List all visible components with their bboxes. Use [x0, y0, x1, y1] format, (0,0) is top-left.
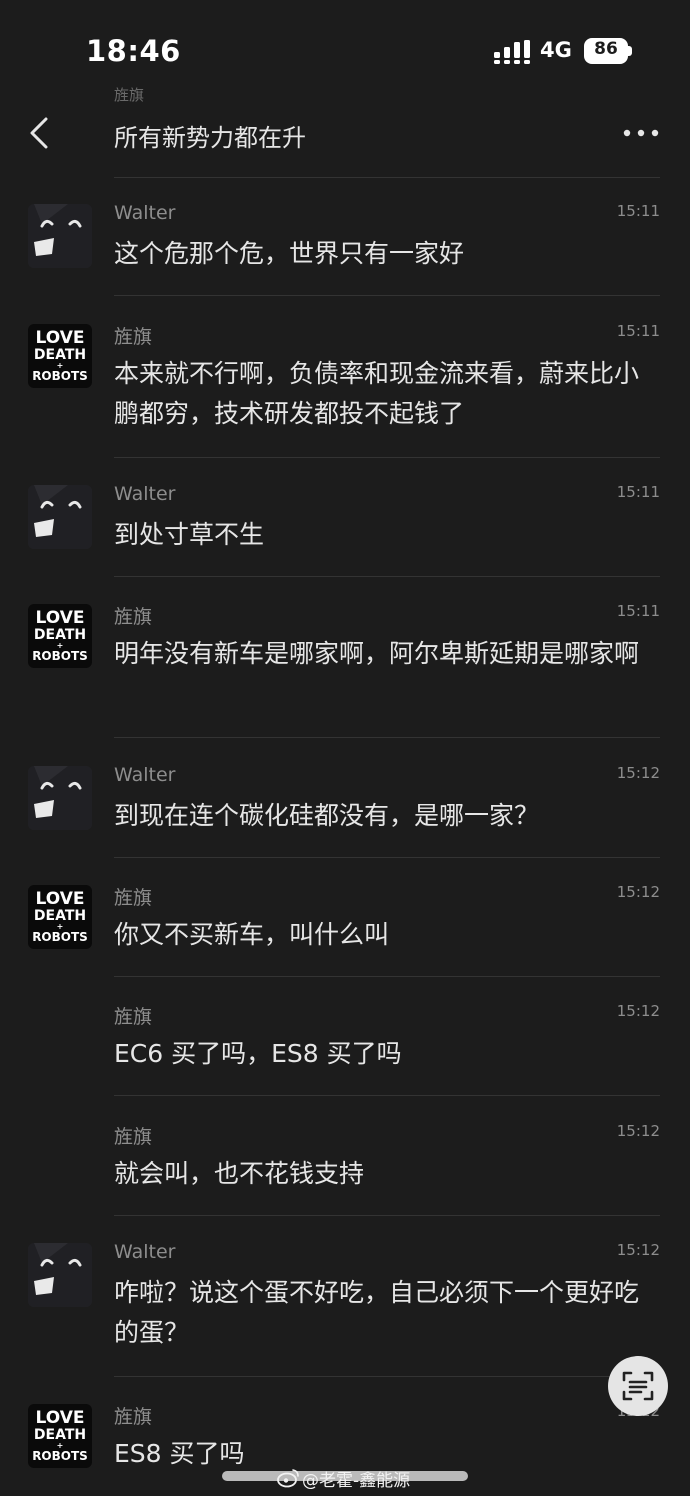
avatar-logo-text: DEATH	[33, 1427, 87, 1443]
avatar-love-death-robots[interactable]: LOVE DEATH + ROBOTS	[28, 885, 92, 949]
status-bar: 18:46 4G 86	[0, 0, 690, 100]
avatar-walter[interactable]	[28, 485, 92, 549]
message-time: 15:12	[616, 883, 660, 901]
battery-icon: 86	[584, 38, 628, 64]
message-text[interactable]: 本来就不行啊，负债率和现金流来看，蔚来比小鹏都穷，技术研发都投不起钱了	[114, 354, 662, 434]
message-sender[interactable]: 旌旗	[114, 602, 152, 629]
message-item[interactable]: Walter 15:11 到处寸草不生	[0, 459, 690, 577]
text-scan-button[interactable]	[608, 1356, 668, 1416]
message-divider	[114, 457, 660, 458]
message-divider	[114, 1095, 660, 1096]
scrolled-sender-name: 旌旗	[114, 86, 145, 104]
watermark: @老霍-鑫能源	[302, 1471, 411, 1491]
message-text[interactable]: 你又不买新车，叫什么叫	[114, 915, 662, 955]
message-time: 15:12	[616, 1002, 660, 1020]
message-time: 15:12	[616, 1241, 660, 1259]
avatar-love-death-robots[interactable]: LOVE DEATH + ROBOTS	[28, 604, 92, 668]
message-sender[interactable]: Walter	[114, 483, 175, 505]
message-time: 15:12	[616, 1122, 660, 1140]
avatar-face-icon	[28, 204, 92, 268]
message-text[interactable]: 明年没有新车是哪家啊，阿尔卑斯延期是哪家啊	[114, 634, 662, 674]
message-time: 15:11	[616, 322, 660, 340]
message-divider	[114, 576, 660, 577]
message-item[interactable]: LOVE DEATH + ROBOTS 旌旗 15:11 明年没有新车是哪家啊，阿尔卑斯延期…	[0, 578, 690, 738]
avatar-logo-text: LOVE	[35, 608, 85, 628]
chat-header: 旌旗 所有新势力都在升	[0, 86, 690, 178]
status-time: 18:46	[86, 34, 181, 68]
message-text[interactable]: 到处寸草不生	[114, 515, 662, 555]
scan-text-icon	[622, 1371, 654, 1401]
battery-tip	[628, 46, 632, 56]
message-sender[interactable]: 旌旗	[114, 322, 152, 349]
chat-title: 所有新势力都在升	[114, 124, 306, 152]
message-item[interactable]: Walter 15:11 这个危那个危，世界只有一家好	[0, 178, 690, 296]
avatar-logo-text: LOVE	[35, 889, 85, 909]
message-divider	[114, 976, 660, 977]
message-text[interactable]: 到现在连个碳化硅都没有，是哪一家？	[114, 796, 662, 836]
avatar-logo-text: DEATH	[33, 908, 87, 924]
message-item[interactable]: 旌旗 15:12 EC6 买了吗，ES8 买了吗	[0, 978, 690, 1096]
avatar-face-icon	[28, 766, 92, 830]
message-sender[interactable]: 旌旗	[114, 1002, 152, 1029]
weibo-logo-icon	[277, 1469, 299, 1488]
message-divider	[114, 737, 660, 738]
avatar-walter[interactable]	[28, 1243, 92, 1307]
avatar-logo-text: ROBOTS	[32, 649, 88, 663]
message-sender[interactable]: Walter	[114, 764, 175, 786]
message-item[interactable]: 旌旗 15:12 就会叫，也不花钱支持	[0, 1098, 690, 1216]
message-time: 15:11	[616, 602, 660, 620]
avatar-logo-text: LOVE	[35, 1408, 85, 1428]
avatar-face-icon	[28, 485, 92, 549]
avatar-logo-text: ROBOTS	[32, 369, 88, 383]
message-divider	[114, 295, 660, 296]
avatar-logo-text: LOVE	[35, 328, 85, 348]
battery-level: 86	[594, 39, 618, 59]
message-item[interactable]: Walter 15:12 咋啦？说这个蛋不好吃，自己必须下一个更好吃的蛋？	[0, 1217, 690, 1377]
message-item[interactable]: LOVE DEATH + ROBOTS 旌旗 15:12 你又不买新车，叫什么叫	[0, 859, 690, 977]
avatar-logo-text: DEATH	[33, 627, 87, 643]
message-item[interactable]: Walter 15:12 到现在连个碳化硅都没有，是哪一家？	[0, 740, 690, 858]
avatar-face-icon	[28, 1243, 92, 1307]
avatar-logo-text: ROBOTS	[32, 1449, 88, 1463]
avatar-walter[interactable]	[28, 766, 92, 830]
message-time: 15:11	[616, 202, 660, 220]
message-time: 15:11	[616, 483, 660, 501]
message-sender[interactable]: 旌旗	[114, 1122, 152, 1149]
avatar-love-death-robots[interactable]: LOVE DEATH + ROBOTS	[28, 1404, 92, 1468]
back-chevron-icon[interactable]	[28, 116, 50, 150]
avatar-logo-text: DEATH	[33, 347, 87, 363]
message-text[interactable]: EC6 买了吗，ES8 买了吗	[114, 1034, 662, 1074]
more-options-icon[interactable]	[622, 128, 660, 138]
avatar-walter[interactable]	[28, 204, 92, 268]
message-sender[interactable]: Walter	[114, 1241, 175, 1263]
network-type: 4G	[540, 38, 572, 62]
message-item[interactable]: LOVE DEATH + ROBOTS 旌旗 15:11 本来就不行啊，负债率和现金流来看，…	[0, 298, 690, 458]
message-sender[interactable]: Walter	[114, 202, 175, 224]
signal-icon	[494, 40, 530, 64]
message-text[interactable]: 咋啦？说这个蛋不好吃，自己必须下一个更好吃的蛋？	[114, 1273, 662, 1353]
avatar-love-death-robots[interactable]: LOVE DEATH + ROBOTS	[28, 324, 92, 388]
message-sender[interactable]: 旌旗	[114, 883, 152, 910]
message-text[interactable]: 这个危那个危，世界只有一家好	[114, 234, 662, 274]
message-divider	[114, 857, 660, 858]
message-divider	[114, 1376, 660, 1377]
message-text[interactable]: 就会叫，也不花钱支持	[114, 1154, 662, 1194]
avatar-logo-text: ROBOTS	[32, 930, 88, 944]
message-sender[interactable]: 旌旗	[114, 1402, 152, 1429]
message-divider	[114, 1215, 660, 1216]
message-time: 15:12	[616, 764, 660, 782]
